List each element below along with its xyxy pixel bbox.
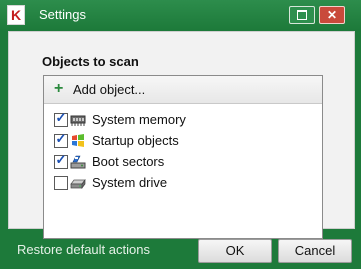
startup-objects-checkbox[interactable]: ✓ [54,131,68,148]
list-item-startup-objects[interactable]: ✓ Startup objects [54,132,304,150]
kaspersky-logo-icon: K [7,5,25,25]
list-item-boot-sectors[interactable]: ✓ Boot sectors [54,153,304,171]
system-memory-checkbox[interactable]: ✓ [54,110,68,127]
section-title: Objects to scan [42,54,139,69]
checkmark-icon: ✓ [55,131,67,146]
windows-flag-icon [72,134,84,147]
boot-sector-icon [70,155,86,169]
add-object-button[interactable]: + Add object... [44,76,322,104]
window-title: Settings [39,7,86,22]
list-item-system-drive[interactable]: System drive [54,174,304,192]
add-object-label: Add object... [73,82,146,97]
ok-button[interactable]: OK [198,239,272,263]
checkmark-icon: ✓ [55,152,67,167]
item-label: Startup objects [92,133,179,148]
close-window-button[interactable]: ✕ [319,6,345,24]
restore-icon [297,10,307,20]
plus-icon: + [54,80,64,97]
list-item-system-memory[interactable]: ✓ System memory [54,111,304,129]
logo-letter: K [10,7,22,23]
boot-sectors-checkbox[interactable]: ✓ [54,152,68,169]
hard-drive-icon [70,178,86,190]
cancel-button[interactable]: Cancel [278,239,352,263]
restore-default-actions-link[interactable]: Restore default actions [17,242,150,257]
item-label: System drive [92,175,168,190]
settings-panel: Objects to scan + Add object... ✓ System… [8,31,355,239]
item-label: Boot sectors [92,154,165,169]
title-bar[interactable]: K Settings ✕ [0,0,361,30]
close-icon: ✕ [326,8,338,22]
system-drive-checkbox[interactable] [54,176,68,190]
checkmark-icon: ✓ [55,110,67,125]
settings-window: K Settings ✕ Objects to scan + Add objec… [0,0,361,269]
item-label: System memory [92,112,186,127]
objects-list: + Add object... ✓ System memory ✓ Startu… [43,75,323,239]
memory-chip-icon [70,115,86,126]
restore-window-button[interactable] [289,6,315,24]
